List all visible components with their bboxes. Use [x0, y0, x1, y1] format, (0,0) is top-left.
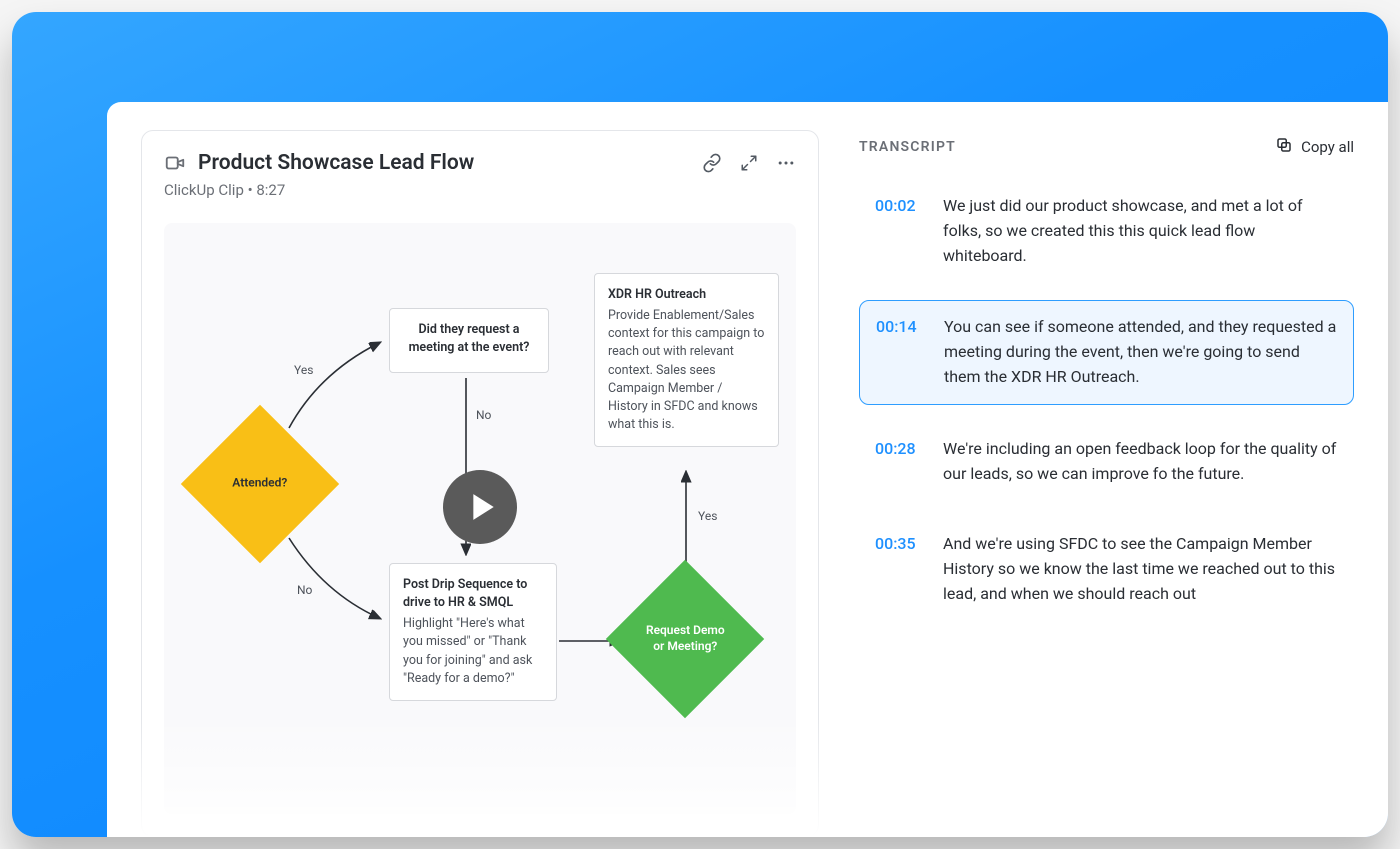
flow-label-no1: No: [297, 583, 312, 597]
flow-box-drip: Post Drip Sequence to drive to HR & SMQL…: [389, 563, 557, 701]
transcript-panel: TRANSCRIPT Copy all 00:02 We just did ou…: [859, 130, 1354, 837]
transcript-row[interactable]: 00:02 We just did our product showcase, …: [859, 180, 1354, 282]
play-button[interactable]: [443, 470, 517, 544]
clip-meta: ClickUp Clip • 8:27: [164, 181, 796, 199]
flow-box-outreach: XDR HR Outreach Provide Enablement/Sales…: [594, 273, 779, 447]
flow-box-meeting: Did they request a meeting at the event?: [389, 308, 549, 373]
flow-box-drip-body: Highlight "Here's what you missed" or "T…: [403, 615, 543, 688]
transcript-row[interactable]: 00:14 You can see if someone attended, a…: [859, 300, 1354, 404]
flow-label-no2: No: [476, 408, 491, 422]
transcript-text: We're including an open feedback loop fo…: [943, 437, 1338, 487]
clip-title: Product Showcase Lead Flow: [198, 151, 474, 175]
clip-title-block: Product Showcase Lead Flow: [198, 151, 474, 175]
flow-decision-demo-label: Request Demo or Meeting?: [640, 623, 730, 654]
expand-icon[interactable]: [740, 154, 758, 172]
transcript-time: 00:14: [876, 315, 926, 389]
videocam-icon: [164, 152, 186, 174]
flow-box-meeting-title: Did they request a meeting at the event?: [403, 321, 535, 357]
transcript-text: We just did our product showcase, and me…: [943, 194, 1338, 268]
clip-preview[interactable]: Attended? Yes No Did they request a meet…: [164, 223, 796, 814]
flow-box-outreach-title: XDR HR Outreach: [608, 286, 765, 304]
copy-icon: [1275, 136, 1293, 158]
transcript-time: 00:35: [875, 532, 925, 606]
transcript-list: 00:02 We just did our product showcase, …: [859, 180, 1354, 621]
copy-all-label: Copy all: [1301, 138, 1354, 156]
link-icon[interactable]: [702, 153, 722, 173]
clip-title-group: Product Showcase Lead Flow: [164, 151, 690, 175]
clip-card: Product Showcase Lead Flow ClickUp Clip …: [141, 130, 819, 837]
transcript-time: 00:02: [875, 194, 925, 268]
copy-all-button[interactable]: Copy all: [1275, 136, 1354, 158]
transcript-header: TRANSCRIPT Copy all: [859, 136, 1354, 158]
more-icon[interactable]: [776, 153, 796, 173]
transcript-text: And we're using SFDC to see the Campaign…: [943, 532, 1338, 606]
app-window: Product Showcase Lead Flow ClickUp Clip …: [12, 12, 1388, 837]
transcript-row[interactable]: 00:28 We're including an open feedback l…: [859, 423, 1354, 501]
play-icon: [470, 492, 496, 522]
transcript-row[interactable]: 00:35 And we're using SFDC to see the Ca…: [859, 518, 1354, 620]
flow-box-drip-title: Post Drip Sequence to drive to HR & SMQL: [403, 576, 543, 612]
transcript-text: You can see if someone attended, and the…: [944, 315, 1337, 389]
flow-label-yes2: Yes: [698, 509, 717, 523]
transcript-time: 00:28: [875, 437, 925, 487]
content-panel: Product Showcase Lead Flow ClickUp Clip …: [107, 102, 1388, 837]
flow-decision-attended-label: Attended?: [232, 476, 287, 492]
flow-box-outreach-body: Provide Enablement/Sales context for thi…: [608, 307, 765, 434]
clip-header: Product Showcase Lead Flow: [164, 151, 796, 175]
transcript-heading: TRANSCRIPT: [859, 139, 956, 155]
clip-actions: [702, 153, 796, 173]
flow-label-yes1: Yes: [294, 363, 313, 377]
